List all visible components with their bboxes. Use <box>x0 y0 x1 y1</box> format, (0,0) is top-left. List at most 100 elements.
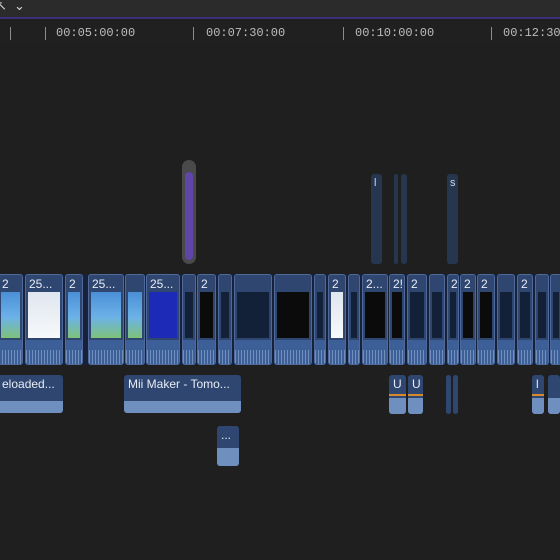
audio-waveform <box>183 340 195 364</box>
video-clip[interactable] <box>535 274 549 365</box>
audio-waveform <box>26 340 62 364</box>
chevron-down-icon[interactable]: ⌄ <box>14 0 25 14</box>
audio-waveform <box>408 398 423 414</box>
audio-clip[interactable]: l <box>532 375 544 414</box>
clip-title: s <box>450 177 456 189</box>
audio-clip[interactable] <box>548 375 560 414</box>
audio-waveform <box>498 340 514 364</box>
timeline-accent-line <box>0 17 560 19</box>
audio-waveform <box>408 340 426 364</box>
video-clip[interactable]: 2 <box>447 274 459 365</box>
video-clip[interactable] <box>182 274 196 365</box>
audio-clip[interactable]: ... <box>217 426 239 466</box>
audio-waveform <box>124 401 241 413</box>
clip-title: 2 <box>451 277 458 291</box>
video-clip-group[interactable] <box>234 274 272 365</box>
audio-clip[interactable] <box>446 375 451 414</box>
ruler-tick <box>193 27 194 40</box>
marker-line <box>532 394 544 396</box>
clip-title: U <box>393 377 402 391</box>
ruler-tick <box>491 27 492 40</box>
video-clip[interactable]: 2 <box>477 274 495 365</box>
connected-clip[interactable] <box>401 174 407 264</box>
video-clip[interactable]: 2 <box>328 274 346 365</box>
audio-waveform <box>198 340 215 364</box>
clip-thumbnail <box>463 292 473 338</box>
clip-title: l <box>374 177 377 189</box>
video-clip[interactable] <box>429 274 445 365</box>
clip-thumbnail <box>277 292 309 338</box>
audio-waveform <box>536 340 548 364</box>
connected-clip[interactable]: s <box>447 174 458 264</box>
clip-title: 2 <box>464 277 471 291</box>
audio-waveform <box>551 340 560 364</box>
marker-line <box>389 394 406 396</box>
audio-waveform <box>390 340 404 364</box>
audio-waveform <box>532 398 544 414</box>
selected-connected-clip[interactable] <box>185 172 193 260</box>
clip-title: 2 <box>2 277 9 291</box>
video-clip[interactable]: 2 <box>460 274 476 365</box>
clip-thumbnail <box>237 292 269 338</box>
audio-waveform <box>0 340 22 364</box>
ruler-tick <box>10 27 11 40</box>
clip-thumbnail <box>351 292 357 338</box>
clip-title: 2 <box>201 277 208 291</box>
clip-thumbnail <box>149 292 177 338</box>
video-clip[interactable] <box>348 274 360 365</box>
audio-waveform <box>217 448 239 466</box>
video-clip[interactable] <box>550 274 560 365</box>
audio-clip[interactable] <box>453 375 458 414</box>
clip-thumbnail <box>432 292 442 338</box>
ruler-tick <box>343 27 344 40</box>
video-clip[interactable] <box>314 274 326 365</box>
video-clip[interactable]: 2 <box>197 274 216 365</box>
audio-waveform <box>89 340 123 364</box>
audio-clip[interactable]: Mii Maker - Tomo... <box>124 375 241 413</box>
clip-thumbnail <box>480 292 492 338</box>
clip-title: Mii Maker - Tomo... <box>128 377 230 391</box>
audio-waveform <box>548 398 560 414</box>
audio-waveform <box>363 340 387 364</box>
video-clip[interactable]: 2 <box>65 274 83 365</box>
clip-thumbnail <box>200 292 213 338</box>
clip-thumbnail <box>410 292 424 338</box>
audio-waveform <box>275 340 311 364</box>
video-clip[interactable]: 25... <box>88 274 124 365</box>
clip-title: 25... <box>29 277 53 291</box>
video-clip[interactable]: 25... <box>146 274 180 365</box>
clip-title: U <box>412 377 421 391</box>
arrow-cursor-icon[interactable]: ↖ <box>0 0 7 14</box>
video-clip[interactable]: 2 <box>0 274 23 365</box>
clip-title: 2! <box>393 277 404 291</box>
connected-clip[interactable]: l <box>371 174 382 264</box>
video-clip[interactable]: 2 <box>517 274 533 365</box>
audio-clip[interactable]: U <box>408 375 423 414</box>
audio-waveform <box>430 340 444 364</box>
audio-waveform <box>518 340 532 364</box>
timecode-label: 00:12:30 <box>503 26 560 40</box>
clip-thumbnail <box>28 292 60 338</box>
video-clip[interactable] <box>497 274 515 365</box>
audio-clip[interactable]: U <box>389 375 406 414</box>
clip-title: 25... <box>150 277 174 291</box>
video-clip[interactable]: 2... <box>362 274 388 365</box>
video-clip[interactable] <box>218 274 232 365</box>
video-clip[interactable]: 25... <box>25 274 63 365</box>
marker-line <box>408 394 423 396</box>
clip-title: 2 <box>69 277 76 291</box>
audio-clip[interactable]: eloaded... <box>0 375 63 413</box>
audio-waveform <box>349 340 359 364</box>
clip-title: 2 <box>411 277 418 291</box>
clip-title: 2 <box>521 277 528 291</box>
video-clip[interactable]: 2! <box>389 274 405 365</box>
clip-thumbnail <box>317 292 323 338</box>
video-clip[interactable]: 2 <box>407 274 427 365</box>
audio-waveform <box>0 401 63 413</box>
clip-title: 25... <box>92 277 116 291</box>
video-clip[interactable] <box>125 274 145 365</box>
audio-waveform <box>389 398 406 414</box>
video-clip[interactable] <box>274 274 312 365</box>
connected-clip[interactable] <box>394 174 398 264</box>
audio-waveform <box>219 340 231 364</box>
